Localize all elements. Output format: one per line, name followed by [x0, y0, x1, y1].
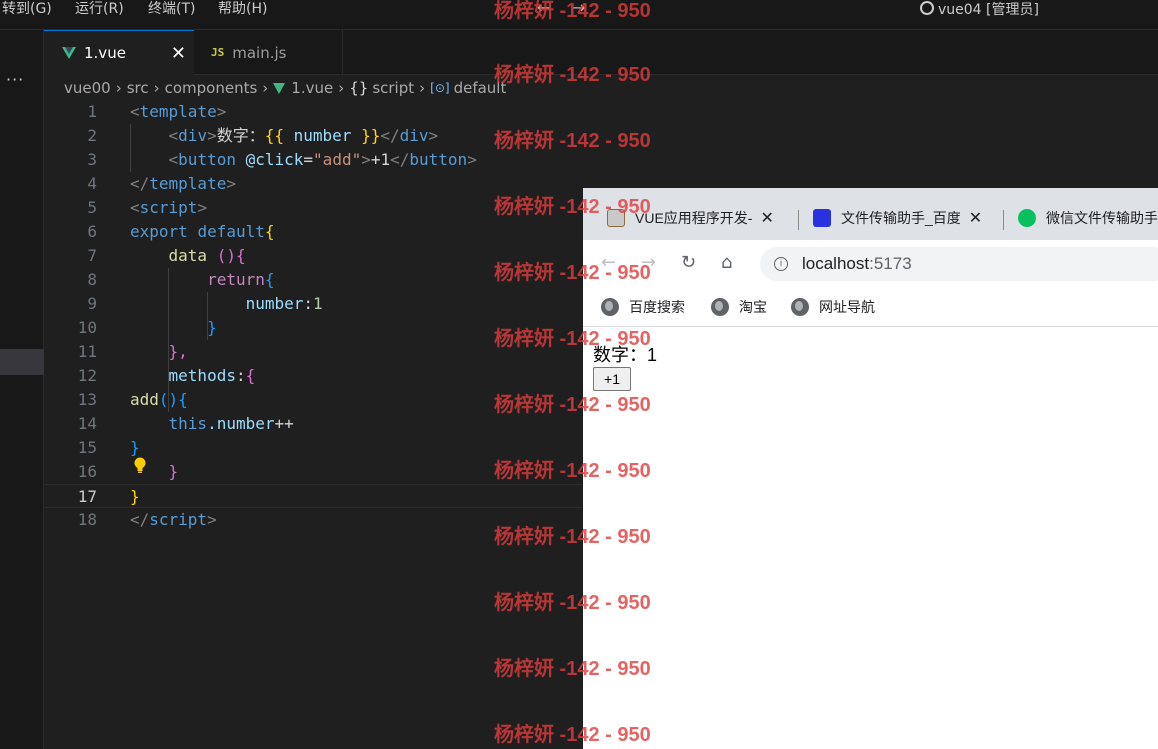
url-port: :5173: [869, 254, 912, 273]
address-bar[interactable]: i localhost:5173: [760, 247, 1158, 281]
sidebar: ···: [0, 30, 44, 749]
tab-label: 1.vue: [84, 44, 126, 62]
baidu-paw-icon: [813, 209, 831, 227]
command-center-label: vue04 [管理员]: [938, 2, 1039, 18]
browser-tab[interactable]: 文件传输助手_百度 ✕: [813, 204, 993, 232]
watermark-text: 杨梓妍 -142 - 950: [494, 262, 651, 284]
close-icon[interactable]: ✕: [760, 208, 773, 228]
breadcrumb-item[interactable]: src: [127, 79, 149, 97]
menu-run[interactable]: 运行(R): [75, 0, 124, 20]
chevron-right-icon: ›: [153, 79, 160, 97]
chevron-right-icon: ›: [338, 79, 345, 97]
browser-toolbar: ← → ↻ ⌂ i localhost:5173: [583, 240, 1158, 287]
code-line: 9 number:1: [87, 294, 323, 313]
bookmark-item[interactable]: 百度搜索: [601, 297, 685, 317]
home-icon[interactable]: ⌂: [721, 252, 732, 273]
browser-tab-strip: VUE应用程序开发- ✕ 文件传输助手_百度 ✕ 微信文件传输助手: [583, 188, 1158, 240]
more-actions-icon[interactable]: ···: [6, 70, 24, 89]
watermark-text: 杨梓妍 -142 - 950: [494, 196, 651, 218]
browser-tab-label: 文件传输助手_百度: [841, 210, 961, 226]
watermark-text: 杨梓妍 -142 - 950: [494, 658, 651, 680]
braces-icon: {}: [349, 79, 369, 97]
browser-tab-label: 微信文件传输助手: [1046, 210, 1158, 226]
sidebar-selected-row[interactable]: [0, 349, 44, 375]
menu-help[interactable]: 帮助(H): [218, 0, 267, 20]
watermark-text: 杨梓妍 -142 - 950: [494, 130, 651, 152]
bookmark-label: 淘宝: [739, 299, 767, 315]
command-center[interactable]: vue04 [管理员]: [920, 0, 1039, 20]
bookmark-label: 百度搜索: [629, 299, 685, 315]
code-line: 1 <template>: [87, 102, 227, 121]
tab-label: main.js: [232, 43, 287, 62]
url-text: localhost:5173: [802, 254, 912, 274]
breadcrumb-item[interactable]: 1.vue: [291, 79, 333, 97]
search-icon: [920, 1, 934, 15]
bookmark-item[interactable]: 淘宝: [711, 297, 767, 317]
watermark-text: 杨梓妍 -142 - 950: [494, 328, 651, 350]
code-line-current: 17}: [44, 484, 583, 508]
symbol-variable-icon: [⊙]: [430, 81, 450, 95]
tab-main-js[interactable]: JS main.js: [195, 30, 343, 75]
url-host: localhost: [802, 254, 870, 273]
close-icon[interactable]: ✕: [969, 208, 982, 228]
reload-icon[interactable]: ↻: [681, 252, 696, 273]
bookmarks-bar: 百度搜索 淘宝 网址导航: [583, 287, 1158, 327]
js-file-icon: JS: [211, 46, 225, 59]
chevron-right-icon: ›: [419, 79, 426, 97]
watermark-text: 杨梓妍 -142 - 950: [494, 724, 651, 746]
chevron-right-icon: ›: [262, 79, 269, 97]
info-icon[interactable]: i: [774, 257, 788, 271]
watermark-text: 杨梓妍 -142 - 950: [494, 64, 651, 86]
browser-tab-label: VUE应用程序开发-: [635, 210, 753, 226]
code-line: 12 methods:{: [77, 366, 256, 385]
watermark-text: 杨梓妍 -142 - 950: [494, 394, 651, 416]
chevron-right-icon: ›: [115, 79, 122, 97]
globe-icon: [711, 298, 729, 316]
code-line: 6 export default{: [87, 222, 275, 241]
tab-divider: [1003, 210, 1004, 230]
watermark-text: 杨梓妍 -142 - 950: [494, 526, 651, 548]
wechat-icon: [1018, 209, 1036, 227]
menu-goto[interactable]: 转到(G): [2, 0, 52, 20]
breadcrumb-item[interactable]: components: [165, 79, 258, 97]
breadcrumb-item[interactable]: vue00: [64, 79, 111, 97]
watermark-text: 杨梓妍 -142 - 950: [494, 460, 651, 482]
browser-tab[interactable]: 微信文件传输助手: [1018, 204, 1158, 232]
close-icon[interactable]: ✕: [171, 43, 186, 64]
watermark-text: 杨梓妍 -142 - 950: [494, 0, 651, 22]
bookmark-label: 网址导航: [819, 299, 875, 315]
breadcrumb: vue00 › src › components › 1.vue › {} sc…: [64, 78, 506, 98]
watermark-text: 杨梓妍 -142 - 950: [494, 592, 651, 614]
tab-divider: [798, 210, 799, 230]
lightbulb-icon[interactable]: [133, 457, 147, 475]
browser-window: VUE应用程序开发- ✕ 文件传输助手_百度 ✕ 微信文件传输助手 ← → ↻ …: [583, 188, 1158, 749]
breadcrumb-item[interactable]: script: [372, 79, 414, 97]
globe-icon: [791, 298, 809, 316]
bookmark-item[interactable]: 网址导航: [791, 297, 875, 317]
menu-terminal[interactable]: 终端(T): [148, 0, 195, 20]
vue-file-icon: [273, 82, 286, 94]
globe-icon: [601, 298, 619, 316]
tab-1-vue[interactable]: 1.vue ✕: [44, 30, 194, 75]
vue-file-icon: [62, 47, 76, 59]
